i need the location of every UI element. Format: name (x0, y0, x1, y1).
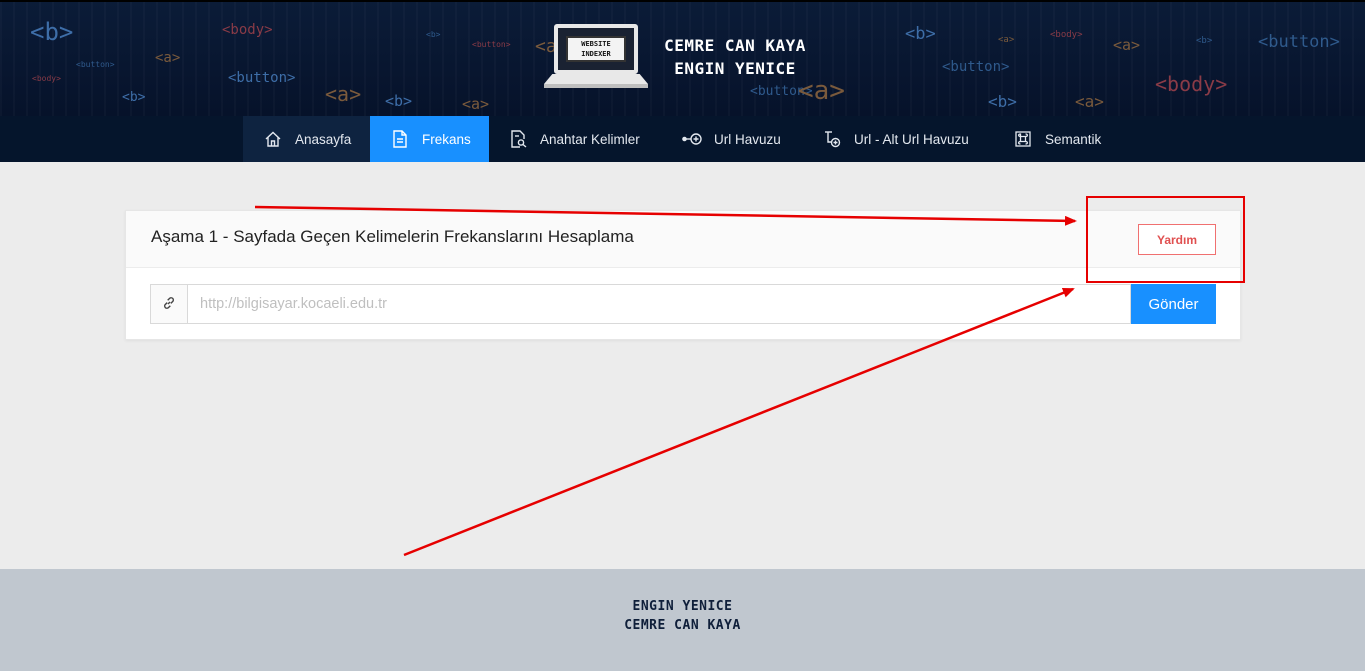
bg-code-tag: <b> (905, 24, 936, 44)
logo-text-line1: WEBSITE (581, 40, 611, 48)
bg-code-tag: <b> (988, 92, 1017, 111)
bg-code-tag: <button> (1258, 32, 1340, 52)
command-icon (1013, 129, 1033, 149)
footer-line-1: ENGIN YENICE (632, 599, 733, 614)
bg-code-tag: <a> (998, 35, 1015, 45)
nav-item-label: Frekans (422, 131, 471, 147)
logo-keyboard-edge (544, 84, 648, 88)
nav-item-label: Anahtar Kelimler (540, 131, 640, 147)
card-title: Aşama 1 - Sayfada Geçen Kelimelerin Frek… (151, 227, 634, 246)
bg-code-tag: <body> (1050, 30, 1083, 40)
link-icon (162, 295, 176, 314)
brand-line-2: ENGIN YENICE (674, 59, 796, 78)
brand-names: CEMRE CAN KAYA ENGIN YENICE (648, 34, 822, 80)
bg-code-tag: <button> (942, 59, 1010, 75)
logo-monitor: WEBSITE INDEXER (554, 24, 638, 74)
bg-code-tag: <body> (222, 22, 273, 38)
url-addon (150, 284, 188, 324)
site-footer: ENGIN YENICE CEMRE CAN KAYA (0, 569, 1365, 671)
logo-text-line2: INDEXER (581, 50, 611, 58)
bg-code-tag: <a> (325, 82, 362, 106)
bg-code-tag: <a> (798, 76, 845, 106)
logo-screen-text: WEBSITE INDEXER (566, 36, 626, 62)
site-header: <b> <body> <a> <button> <b> <body> <a> <… (0, 0, 1365, 116)
card-header: Aşama 1 - Sayfada Geçen Kelimelerin Frek… (126, 211, 1240, 268)
nav-item-semantik[interactable]: Semantik (1013, 116, 1101, 162)
bg-code-tag: <b> (30, 18, 74, 46)
bg-code-tag: <button> (76, 60, 115, 69)
bg-code-tag: <button> (228, 70, 296, 86)
branch-plus-icon (822, 129, 842, 149)
bg-code-tag: <b> (385, 92, 413, 110)
nav-item-url-alt-url-havuzu[interactable]: Url - Alt Url Havuzu (822, 116, 969, 162)
footer-names: ENGIN YENICE CEMRE CAN KAYA (0, 597, 1365, 635)
file-search-icon (508, 129, 528, 149)
header-top-border (0, 0, 1365, 2)
plus-circle-connector-icon (682, 129, 702, 149)
bg-code-tag: <a> (1113, 36, 1141, 54)
website-indexer-logo: WEBSITE INDEXER (544, 24, 648, 90)
bg-code-tag: <button> (472, 40, 511, 49)
nav-item-url-havuzu[interactable]: Url Havuzu (682, 116, 781, 162)
annotation-highlight-box (1086, 196, 1245, 283)
bg-code-tag: <body> (1155, 72, 1228, 96)
nav-item-label: Url Havuzu (714, 131, 781, 147)
logo-keyboard (544, 74, 648, 84)
url-input-group: Gönder (150, 284, 1216, 324)
file-text-icon (390, 129, 410, 149)
bg-code-tag: <b> (122, 90, 146, 105)
send-button[interactable]: Gönder (1131, 284, 1216, 324)
bg-code-tag: <a> (462, 95, 490, 113)
nav-item-anasayfa[interactable]: Anasayfa (243, 116, 370, 162)
home-icon (263, 129, 283, 149)
bg-code-tag: <b> (1196, 36, 1213, 46)
nav-item-anahtar-kelimler[interactable]: Anahtar Kelimler (508, 116, 640, 162)
footer-line-2: CEMRE CAN KAYA (624, 618, 741, 633)
bg-code-tag: <b> (426, 30, 441, 39)
bg-code-tag: <a> (1075, 92, 1104, 111)
nav-item-label: Semantik (1045, 131, 1102, 147)
frequency-card: Aşama 1 - Sayfada Geçen Kelimelerin Frek… (125, 210, 1241, 340)
brand-line-1: CEMRE CAN KAYA (664, 36, 806, 55)
main-nav: Anasayfa Frekans Anahtar Kelimler Url Ha… (0, 116, 1365, 162)
bg-code-tag: <a> (155, 50, 181, 66)
nav-item-label: Url - Alt Url Havuzu (854, 131, 969, 147)
nav-item-frekans[interactable]: Frekans (370, 116, 489, 162)
bg-code-tag: <body> (32, 74, 61, 83)
nav-item-label: Anasayfa (295, 131, 352, 147)
url-input[interactable] (187, 284, 1131, 324)
